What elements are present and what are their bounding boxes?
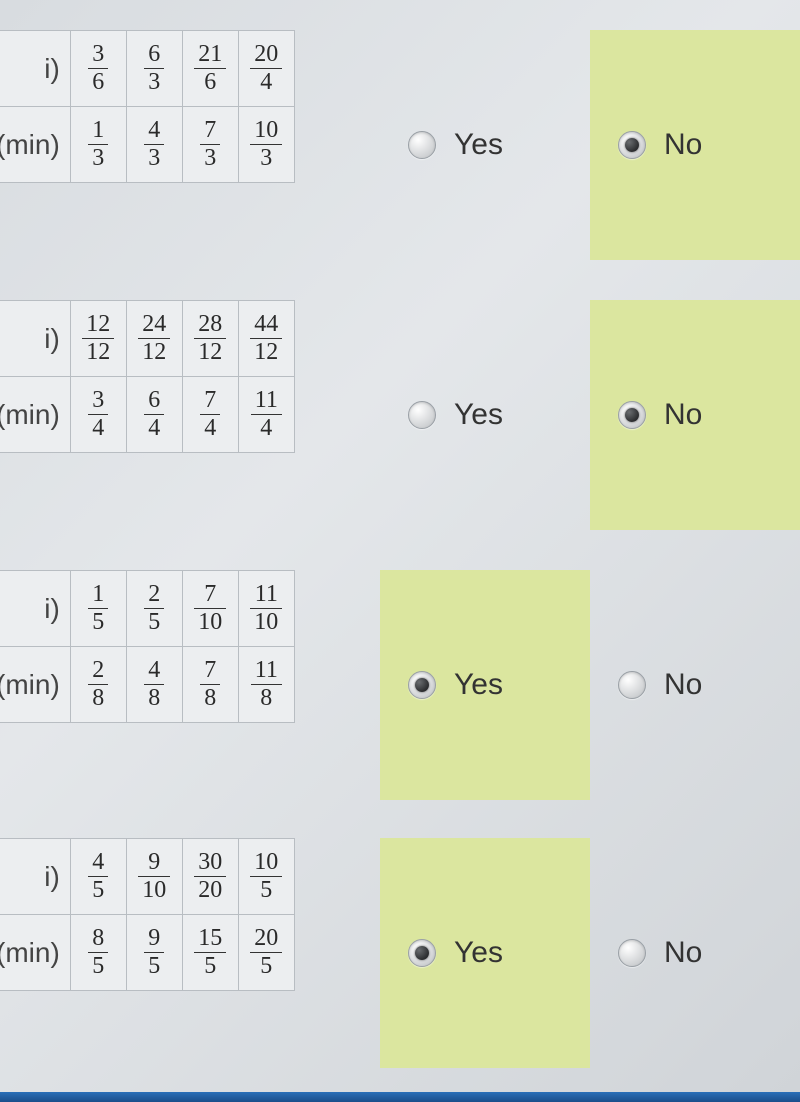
q3-yes-radio[interactable] [408, 671, 436, 699]
q3-yes-cell[interactable]: Yes [380, 570, 590, 800]
question-row-3: i) 15 25 710 1110 (min) 28 48 78 118 Yes [0, 570, 800, 800]
table-cell: 216 [182, 31, 238, 107]
table-cell: 205 [238, 915, 294, 991]
table-cell: 78 [182, 647, 238, 723]
q4-answers: Yes No [380, 838, 800, 1068]
yes-label: Yes [454, 936, 503, 970]
table-cell: 3020 [182, 839, 238, 915]
yes-label: Yes [454, 398, 503, 432]
table-cell: 155 [182, 915, 238, 991]
yes-label: Yes [454, 128, 503, 162]
table-cell: 910 [126, 839, 182, 915]
table-cell: 4412 [238, 301, 294, 377]
q1-label-top: i) [0, 31, 70, 107]
q1-answers: Yes No [380, 30, 800, 260]
question-row-1: i) 36 63 216 204 (min) 13 43 73 103 Yes [0, 30, 800, 260]
table-cell: 15 [70, 571, 126, 647]
no-label: No [664, 936, 702, 970]
q4-table: i) 45 910 3020 105 (min) 85 95 155 205 [0, 838, 295, 991]
table-cell: 64 [126, 377, 182, 453]
table-cell: 48 [126, 647, 182, 723]
question-row-2: i) 1212 2412 2812 4412 (min) 34 64 74 11… [0, 300, 800, 530]
q3-table: i) 15 25 710 1110 (min) 28 48 78 118 [0, 570, 295, 723]
no-label: No [664, 668, 702, 702]
table-cell: 2412 [126, 301, 182, 377]
q4-label-top: i) [0, 839, 70, 915]
table-cell: 2812 [182, 301, 238, 377]
quiz-page: i) 36 63 216 204 (min) 13 43 73 103 Yes [0, 0, 800, 1102]
table-cell: 74 [182, 377, 238, 453]
table-cell: 1212 [70, 301, 126, 377]
q4-yes-radio[interactable] [408, 939, 436, 967]
table-cell: 36 [70, 31, 126, 107]
table-cell: 95 [126, 915, 182, 991]
q1-no-radio[interactable] [618, 131, 646, 159]
q4-label-bot: (min) [0, 915, 70, 991]
q3-no-radio[interactable] [618, 671, 646, 699]
table-cell: 28 [70, 647, 126, 723]
question-row-4: i) 45 910 3020 105 (min) 85 95 155 205 Y… [0, 838, 800, 1068]
table-cell: 34 [70, 377, 126, 453]
table-cell: 118 [238, 647, 294, 723]
q4-yes-cell[interactable]: Yes [380, 838, 590, 1068]
table-cell: 13 [70, 107, 126, 183]
q1-no-cell[interactable]: No [590, 30, 800, 260]
yes-label: Yes [454, 668, 503, 702]
q2-label-bot: (min) [0, 377, 70, 453]
q1-label-bot: (min) [0, 107, 70, 183]
q1-yes-cell[interactable]: Yes [380, 30, 590, 260]
q1-table: i) 36 63 216 204 (min) 13 43 73 103 [0, 30, 295, 183]
q3-answers: Yes No [380, 570, 800, 800]
q2-no-radio[interactable] [618, 401, 646, 429]
q4-no-cell[interactable]: No [590, 838, 800, 1068]
q3-no-cell[interactable]: No [590, 570, 800, 800]
table-cell: 73 [182, 107, 238, 183]
table-cell: 105 [238, 839, 294, 915]
table-cell: 204 [238, 31, 294, 107]
q3-label-bot: (min) [0, 647, 70, 723]
q1-yes-radio[interactable] [408, 131, 436, 159]
table-cell: 43 [126, 107, 182, 183]
table-cell: 103 [238, 107, 294, 183]
q4-data-table: i) 45 910 3020 105 (min) 85 95 155 205 [0, 838, 295, 991]
q1-data-table: i) 36 63 216 204 (min) 13 43 73 103 [0, 30, 295, 183]
q3-label-top: i) [0, 571, 70, 647]
q2-yes-cell[interactable]: Yes [380, 300, 590, 530]
table-cell: 710 [182, 571, 238, 647]
table-cell: 1110 [238, 571, 294, 647]
table-cell: 25 [126, 571, 182, 647]
table-cell: 45 [70, 839, 126, 915]
no-label: No [664, 398, 702, 432]
q2-label-top: i) [0, 301, 70, 377]
bottom-border [0, 1092, 800, 1102]
q2-yes-radio[interactable] [408, 401, 436, 429]
q2-answers: Yes No [380, 300, 800, 530]
q4-no-radio[interactable] [618, 939, 646, 967]
no-label: No [664, 128, 702, 162]
q2-no-cell[interactable]: No [590, 300, 800, 530]
q2-table: i) 1212 2412 2812 4412 (min) 34 64 74 11… [0, 300, 295, 453]
q2-data-table: i) 1212 2412 2812 4412 (min) 34 64 74 11… [0, 300, 295, 453]
q3-data-table: i) 15 25 710 1110 (min) 28 48 78 118 [0, 570, 295, 723]
table-cell: 114 [238, 377, 294, 453]
table-cell: 85 [70, 915, 126, 991]
table-cell: 63 [126, 31, 182, 107]
